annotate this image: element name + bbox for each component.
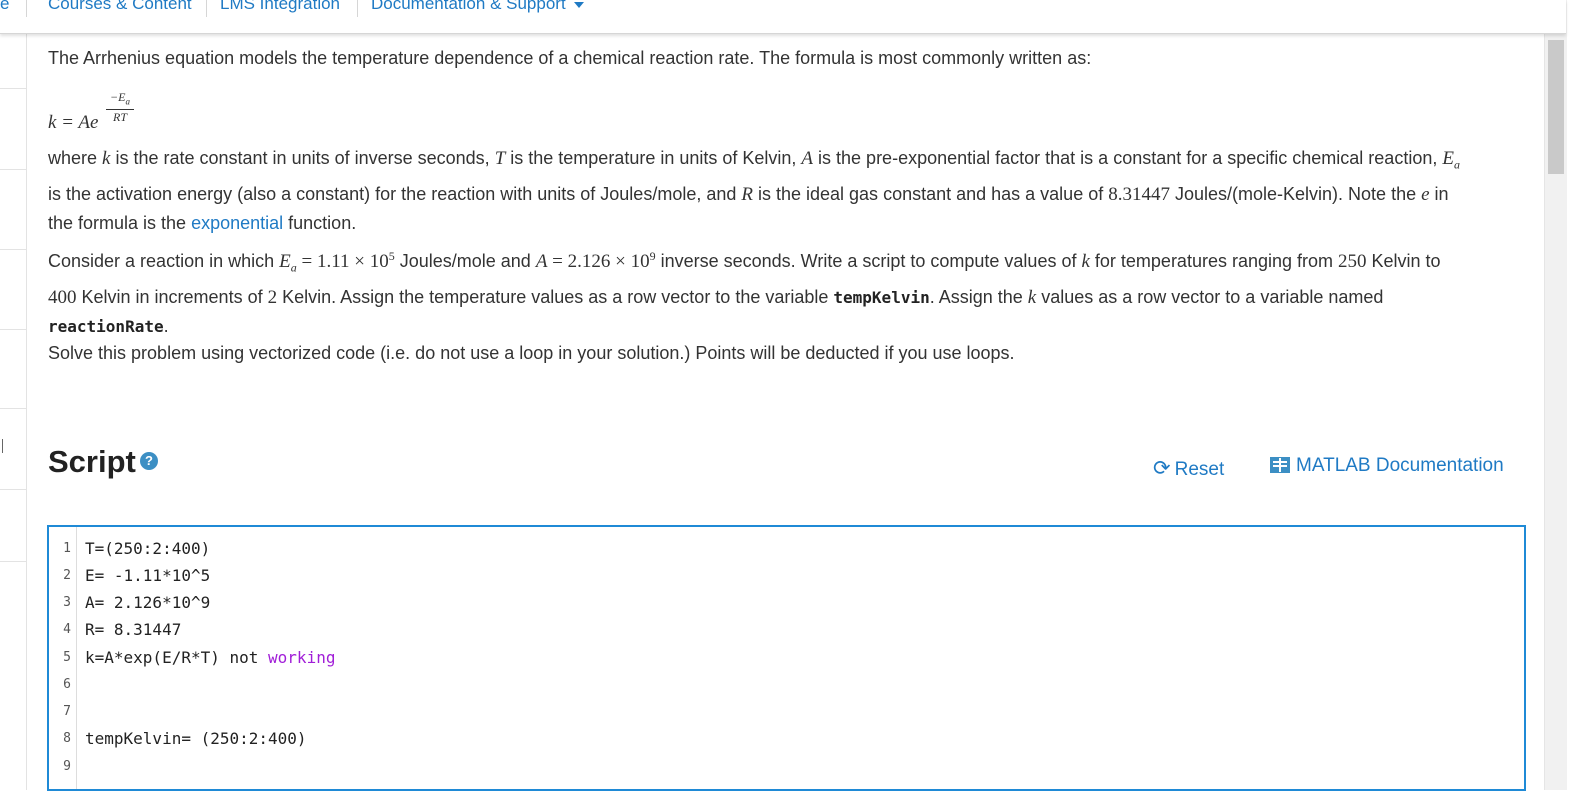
keyword-highlight: working: [268, 648, 336, 667]
scrollbar-thumb[interactable]: [1548, 40, 1564, 174]
code-line[interactable]: 1 T=(250:2:400): [49, 535, 1524, 562]
line-code: R= 8.31447: [85, 620, 182, 639]
line-number: 3: [63, 595, 71, 610]
nav-clipped-text: e: [0, 0, 10, 13]
code-editor[interactable]: 1 T=(250:2:400) 2 E= -1.11*10^5 3 A= 2.126*…: [47, 525, 1526, 791]
code-line[interactable]: 6: [49, 671, 1524, 698]
line-number: 2: [63, 568, 71, 583]
nav-separator: [26, 0, 27, 17]
nav-separator: [357, 0, 358, 17]
rail-divider: [0, 561, 26, 562]
code-line[interactable]: 3 A= 2.126*10^9: [49, 589, 1524, 616]
book-icon: [1270, 457, 1290, 473]
code-line[interactable]: 4 R= 8.31447: [49, 616, 1524, 643]
line-number: 7: [63, 704, 71, 719]
nav-separator: [206, 0, 207, 17]
line-code: E= -1.11*10^5: [85, 566, 211, 585]
help-icon[interactable]: ?: [140, 452, 158, 470]
code-line[interactable]: 7: [49, 698, 1524, 725]
rail-divider: [0, 88, 26, 89]
line-number: 9: [63, 759, 71, 774]
exponential-link[interactable]: exponential: [191, 213, 283, 233]
solve-paragraph: Solve this problem using vectorized code…: [48, 343, 1015, 363]
var-tempkelvin: tempKelvin: [833, 287, 930, 307]
rail-divider: [0, 329, 26, 330]
top-navigation: e Courses & Content LMS Integration Docu…: [0, 0, 1566, 34]
intro-paragraph: The Arrhenius equation models the temper…: [48, 48, 1092, 68]
exponent-numerator: −Ea: [106, 90, 134, 111]
line-number: 4: [63, 622, 71, 637]
code-line[interactable]: 9: [49, 753, 1524, 780]
nav-lms-integration[interactable]: LMS Integration: [220, 0, 340, 14]
nav-documentation-label: Documentation & Support: [371, 0, 566, 13]
line-code: A= 2.126*10^9: [85, 593, 211, 612]
consider-paragraph: Consider a reaction in which Ea = 1.11 ×…: [48, 249, 1441, 336]
chevron-down-icon: [573, 1, 584, 8]
rail-divider: [0, 169, 26, 170]
code-line[interactable]: 5 k=A*exp(E/R*T) not working: [49, 644, 1524, 671]
formula-base: k = Ae: [48, 112, 99, 133]
script-heading: Script: [48, 444, 136, 479]
rail-divider: [0, 408, 26, 409]
rail-divider: [0, 249, 26, 250]
line-number: 5: [63, 650, 71, 665]
nav-documentation-support[interactable]: Documentation & Support: [371, 0, 584, 14]
left-rail: [0, 33, 27, 790]
code-line[interactable]: 2 E= -1.11*10^5: [49, 562, 1524, 589]
line-number: 1: [63, 541, 71, 556]
line-code: k=A*exp(E/R*T) not working: [85, 648, 336, 667]
page-scrollbar[interactable]: [1544, 0, 1567, 790]
matlab-documentation-button[interactable]: MATLAB Documentation: [1270, 455, 1504, 477]
reset-button[interactable]: ⟳ Reset: [1153, 456, 1224, 481]
reset-label: Reset: [1174, 459, 1225, 480]
arrhenius-formula: k = Ae −Ea RT: [48, 90, 248, 133]
where-paragraph: where k is the rate constant in units of…: [48, 148, 1460, 233]
exponent-denominator: RT: [112, 110, 127, 125]
line-number: 8: [63, 731, 71, 746]
var-reactionrate: reactionRate: [48, 316, 164, 336]
rail-marker: [2, 439, 3, 453]
refresh-icon: ⟳: [1153, 457, 1171, 480]
rail-divider: [0, 489, 26, 490]
nav-courses-content[interactable]: Courses & Content: [48, 0, 192, 14]
line-code: tempKelvin= (250:2:400): [85, 729, 307, 748]
code-line[interactable]: 8 tempKelvin= (250:2:400): [49, 725, 1524, 752]
line-code: T=(250:2:400): [85, 539, 211, 558]
formula-exponent: −Ea RT: [106, 90, 134, 124]
matlab-documentation-label: MATLAB Documentation: [1296, 455, 1504, 476]
line-number: 6: [63, 677, 71, 692]
